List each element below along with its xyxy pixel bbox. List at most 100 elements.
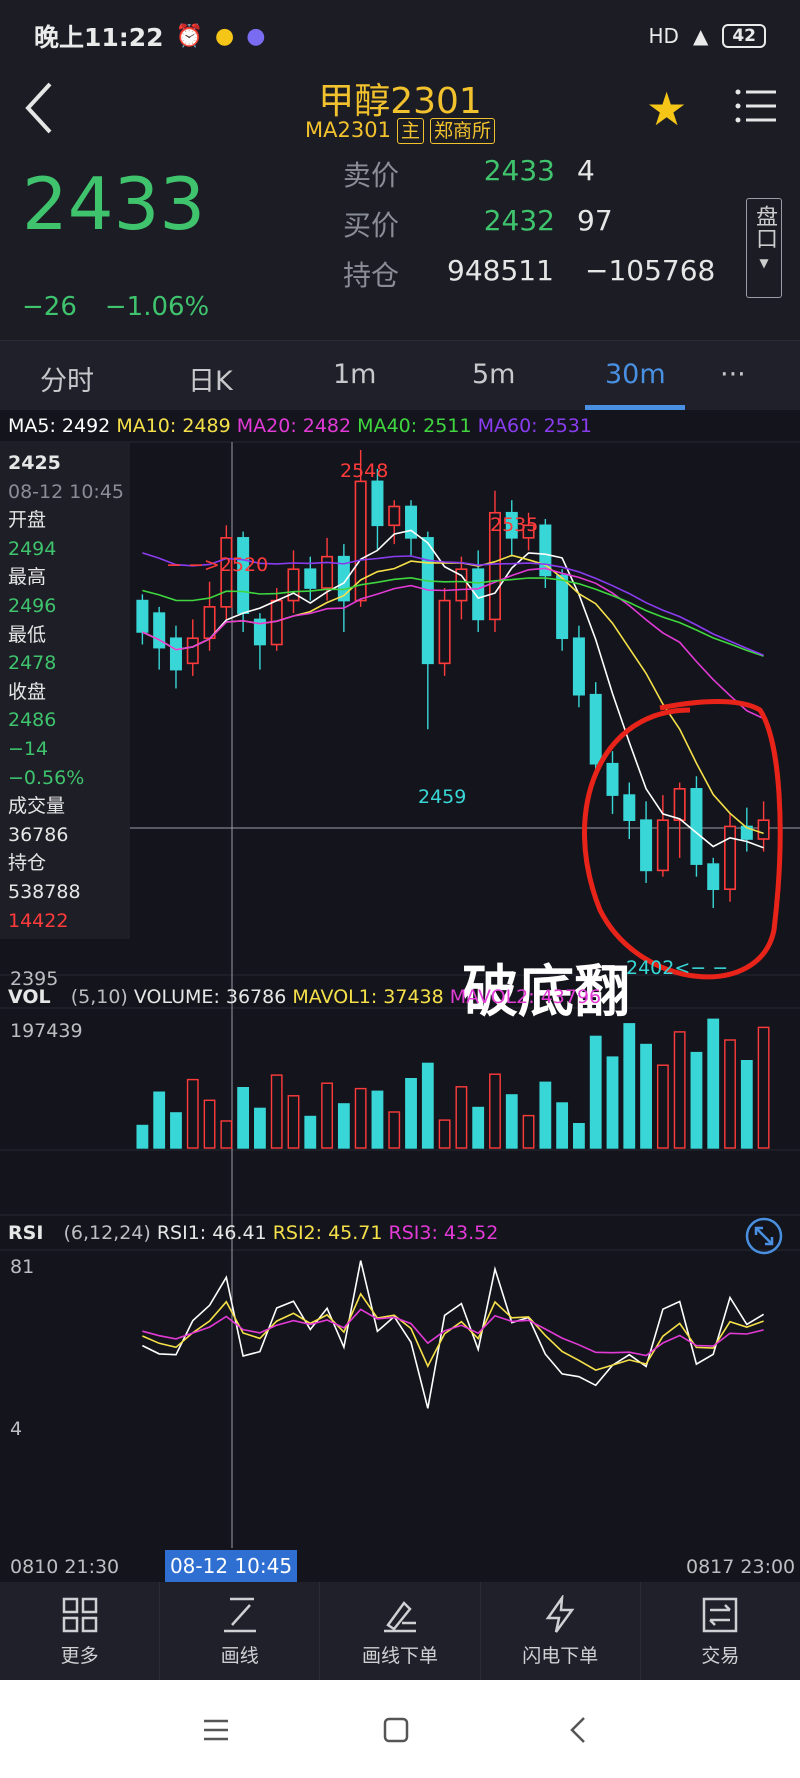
- alarm-icon: ⏰: [175, 23, 203, 49]
- volume-bar: [656, 1064, 669, 1149]
- volume-bar: [455, 1086, 468, 1149]
- bid-label: 买价: [343, 209, 400, 242]
- tab-1m[interactable]: 1m: [333, 359, 376, 390]
- volume-bar: [757, 1026, 770, 1149]
- period-tabs: 分时 日K 1m 5m 30m ···: [0, 340, 800, 410]
- rsi-params: (6,12,24): [63, 1222, 151, 1244]
- mavol2-value: MAVOL2: 43796: [449, 986, 602, 1008]
- rsi-panel-label[interactable]: RSI: [8, 1222, 57, 1244]
- exchange-icon: [703, 1597, 738, 1632]
- candle-body: [421, 537, 434, 665]
- rsi1-value: RSI1: 46.41: [156, 1222, 267, 1244]
- volume-bar: [640, 1043, 652, 1149]
- rsi3-value: RSI3: 43.52: [388, 1222, 499, 1244]
- volume-bar: [371, 1090, 384, 1149]
- volume-bar: [388, 1111, 401, 1149]
- cursor-datetime: 08-12 10:45: [8, 480, 125, 503]
- date-end: 0817 23:00: [686, 1556, 796, 1578]
- bottom-toolbar: 更多 画线 画线下单 闪电下单 交易: [0, 1582, 800, 1680]
- trade-button[interactable]: 交易: [641, 1582, 800, 1680]
- candle-body: [724, 825, 737, 891]
- recent-apps-icon[interactable]: [196, 1710, 236, 1750]
- volume-bar: [170, 1112, 182, 1149]
- volume-label: 成交量: [8, 795, 66, 818]
- tab-daily[interactable]: 日K: [188, 359, 233, 398]
- cursor-date: 08-12 10:45: [165, 1550, 297, 1582]
- grid-icon: [62, 1597, 97, 1632]
- open-interest-row: 持仓 948511 −105768: [343, 254, 715, 294]
- app-notification-icon-2: ●: [246, 23, 266, 49]
- trade-label: 交易: [701, 1644, 740, 1667]
- volume-bar: [589, 1035, 602, 1149]
- volume-bar: [556, 1102, 569, 1149]
- high-value: 2496: [8, 594, 57, 617]
- volume-bar: [522, 1114, 535, 1149]
- volume-bar: [321, 1082, 333, 1149]
- volume-bar: [337, 1103, 350, 1149]
- ma10-value: MA10: 2489: [116, 415, 231, 437]
- volume-bar: [740, 1060, 753, 1149]
- bottom-marker-label: 2402<− −: [626, 957, 729, 979]
- home-icon[interactable]: [376, 1710, 416, 1750]
- exchange-tag: 郑商所: [429, 118, 495, 144]
- high-label: 最高: [8, 566, 47, 589]
- edit-order-icon: [384, 1600, 416, 1632]
- rsi-axis-bottom: 4: [10, 1418, 23, 1440]
- candle-body: [656, 819, 669, 872]
- volume-bar: [623, 1023, 636, 1149]
- close-value: 2486: [8, 709, 57, 732]
- volume-bar: [472, 1106, 485, 1149]
- quote-panel: 2433 −26 −1.06% 卖价 2433 4 买价 2432 97 持仓 9…: [0, 152, 800, 340]
- volume-bar: [539, 1081, 552, 1149]
- volume-bar: [136, 1124, 149, 1149]
- draw-line-order-button[interactable]: 画线下单: [320, 1582, 481, 1680]
- low-label: 最低: [8, 623, 47, 646]
- candle-body: [304, 568, 317, 589]
- last-price: 2433: [22, 162, 206, 246]
- app-notification-icon: ●: [214, 23, 235, 49]
- volume-bar: [237, 1087, 250, 1149]
- expand-icon[interactable]: [744, 1216, 784, 1256]
- flash-order-label: 闪电下单: [522, 1644, 599, 1667]
- volume-bar: [724, 1039, 736, 1149]
- candle-body: [388, 505, 401, 527]
- volume-params: (5,10): [70, 986, 128, 1008]
- ask-price: 2433: [483, 154, 555, 187]
- low-value: 2478: [8, 652, 57, 675]
- back-nav-icon[interactable]: [558, 1710, 598, 1750]
- tab-30m[interactable]: 30m: [605, 359, 666, 390]
- volume-bar: [287, 1095, 300, 1149]
- more-button[interactable]: 更多: [0, 1582, 161, 1680]
- cursor-price: 2425: [8, 452, 61, 474]
- tab-more[interactable]: ···: [720, 359, 746, 390]
- arrow-marker-label: − −>2520: [166, 554, 269, 576]
- oi-change: 14422: [8, 909, 69, 932]
- flash-order-button[interactable]: 闪电下单: [481, 1582, 641, 1680]
- tab-5m[interactable]: 5m: [472, 359, 515, 390]
- low-marker-label: 2459: [418, 786, 467, 808]
- ma20-value: MA20: 2482: [236, 415, 352, 437]
- draw-line-button[interactable]: 画线: [160, 1582, 321, 1680]
- candle-body: [707, 863, 720, 891]
- close-label: 收盘: [8, 680, 47, 703]
- volume-panel-label[interactable]: VOL: [8, 986, 65, 1008]
- candle-body: [186, 637, 199, 665]
- volume-bar: [405, 1078, 417, 1149]
- volume-bar: [304, 1115, 317, 1149]
- candle-body: [438, 599, 451, 665]
- more-label: 更多: [60, 1644, 99, 1667]
- volume-bar: [203, 1099, 216, 1149]
- candle-body: [606, 762, 619, 796]
- order-book-button[interactable]: 盘口 ▼: [746, 198, 782, 298]
- volume-bar: [690, 1051, 703, 1149]
- chart-area[interactable]: MA5: 2492 MA10: 2489 MA20: 2482 MA40: 25…: [0, 410, 800, 1582]
- ask-row: 卖价 2433 4: [343, 154, 595, 194]
- volume-bar: [606, 1056, 619, 1149]
- candle-body: [203, 606, 216, 640]
- candle-body: [640, 819, 653, 872]
- volume-bar: [489, 1073, 501, 1149]
- menu-icon[interactable]: [734, 86, 778, 126]
- tab-timeshare[interactable]: 分时: [40, 359, 94, 398]
- favorite-star-icon[interactable]: ★: [646, 82, 687, 136]
- volume-bar: [573, 1123, 585, 1149]
